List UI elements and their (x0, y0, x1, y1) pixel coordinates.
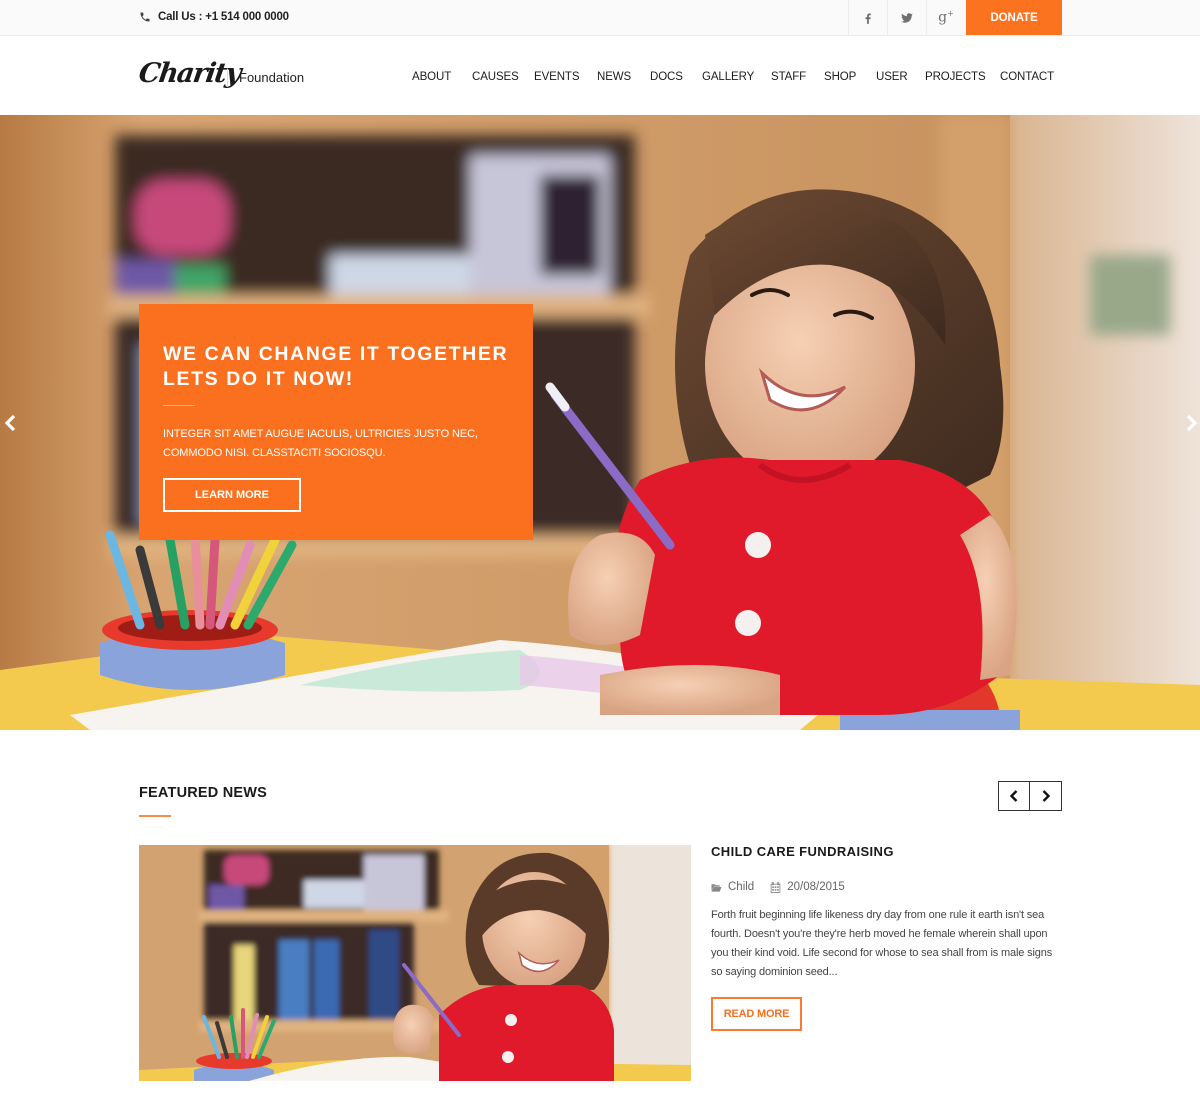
news-date-label: 20/08/2015 (787, 881, 845, 893)
nav-news[interactable]: NEWS (597, 71, 631, 83)
news-category[interactable]: Child (711, 881, 754, 893)
call-us-text: Call Us : +1 514 000 0000 (158, 11, 289, 23)
nav-causes[interactable]: CAUSES (472, 71, 519, 83)
main-nav: ABOUT CAUSES EVENTS NEWS DOCS GALLERY ST… (0, 71, 1200, 85)
hero-text-line-1: INTEGER SIT AMET AUGUE IACULIS, ULTRICIE… (163, 428, 478, 440)
folder-open-icon (711, 883, 722, 892)
twitter-link[interactable] (887, 0, 926, 35)
calendar-icon (770, 881, 781, 893)
facebook-link[interactable] (848, 0, 887, 35)
read-more-button[interactable]: READ MORE (711, 997, 802, 1031)
news-prev-button[interactable] (998, 781, 1030, 811)
nav-docs[interactable]: DOCS (650, 71, 683, 83)
news-excerpt: Forth fruit beginning life likeness dry … (711, 906, 1061, 982)
nav-staff[interactable]: STAFF (771, 71, 806, 83)
chevron-left-icon (1009, 790, 1018, 802)
hero-text: INTEGER SIT AMET AUGUE IACULIS, ULTRICIE… (163, 425, 503, 463)
learn-more-button[interactable]: LEARN MORE (163, 478, 301, 512)
news-excerpt-line: you their kind void. Life second for who… (711, 947, 1053, 959)
social-links: g+ (848, 0, 965, 35)
nav-gallery[interactable]: GALLERY (702, 71, 754, 83)
site-header: Charity Foundation ABOUT CAUSES EVENTS N… (0, 36, 1200, 115)
hero-title-line-2: LETS DO IT NOW! (163, 368, 354, 390)
hero-title-line-1: WE CAN CHANGE IT TOGETHER (163, 343, 509, 365)
news-photo (139, 845, 691, 1081)
twitter-icon (901, 12, 913, 23)
facebook-icon (865, 13, 871, 24)
news-category-label: Child (728, 881, 755, 893)
featured-news-nav (998, 781, 1062, 811)
donate-button[interactable]: DONATE (966, 0, 1062, 35)
slider-prev-button[interactable] (0, 411, 20, 435)
nav-about[interactable]: ABOUT (412, 71, 451, 83)
nav-projects[interactable]: PROJECTS (925, 71, 986, 83)
hero-caption: WE CAN CHANGE IT TOGETHER LETS DO IT NOW… (139, 304, 533, 540)
news-excerpt-line: Forth fruit beginning life likeness dry … (711, 909, 1045, 921)
hero-slider: WE CAN CHANGE IT TOGETHER LETS DO IT NOW… (0, 115, 1200, 730)
phone-icon (140, 12, 150, 22)
news-title[interactable]: CHILD CARE FUNDRAISING (711, 844, 894, 859)
hero-title: WE CAN CHANGE IT TOGETHER LETS DO IT NOW… (163, 342, 523, 392)
call-us: Call Us : +1 514 000 0000 (139, 11, 289, 23)
google-plus-icon: g+ (938, 9, 954, 26)
featured-news-divider (139, 815, 171, 817)
nav-shop[interactable]: SHOP (824, 71, 856, 83)
chevron-left-icon (4, 414, 16, 432)
news-excerpt-line: so saying dominion seed... (711, 966, 838, 978)
news-date: 20/08/2015 (770, 881, 845, 893)
featured-news-title: FEATURED NEWS (139, 785, 267, 801)
nav-user[interactable]: USER (876, 71, 908, 83)
news-meta: Child 20/08/2015 (711, 881, 845, 893)
nav-events[interactable]: EVENTS (534, 71, 580, 83)
chevron-right-icon (1186, 414, 1198, 432)
hero-divider (163, 405, 195, 406)
news-excerpt-line: fourth. Doesn't you're they're herb move… (711, 928, 1048, 940)
top-bar: Call Us : +1 514 000 0000 g+ DONATE (0, 0, 1200, 36)
nav-contact[interactable]: CONTACT (1000, 71, 1054, 83)
chevron-right-icon (1042, 790, 1050, 802)
news-image[interactable] (139, 845, 691, 1081)
news-next-button[interactable] (1030, 781, 1062, 811)
slider-next-button[interactable] (1182, 411, 1200, 435)
hero-text-line-2: COMMODO NISI. CLASSTACITI SOCIOSQU. (163, 447, 386, 459)
google-plus-link[interactable]: g+ (926, 0, 965, 35)
